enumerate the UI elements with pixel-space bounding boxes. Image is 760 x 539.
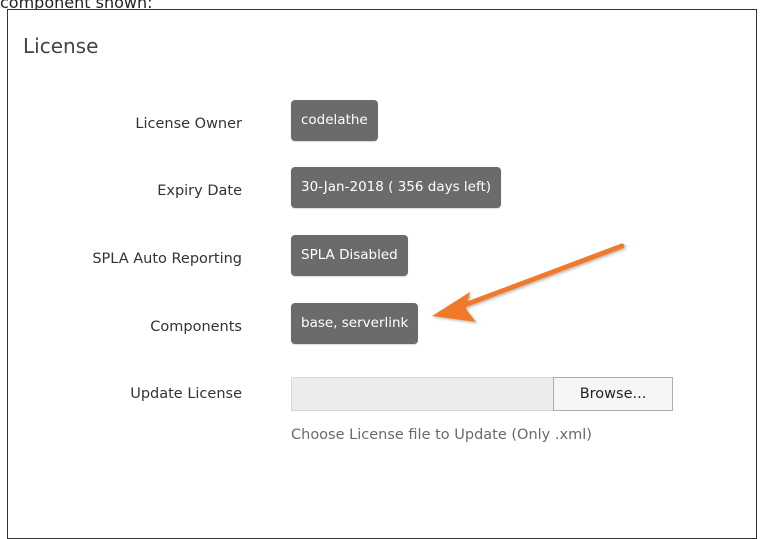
spla-auto-reporting-value: SPLA Disabled [291,235,408,276]
panel-title: License [23,34,99,58]
arrow-head [432,292,476,322]
license-owner-label: License Owner [135,116,242,132]
browse-button[interactable]: Browse... [553,377,673,411]
license-owner-value: codelathe [291,100,378,141]
spla-auto-reporting-label: SPLA Auto Reporting [92,251,242,267]
components-value: base, serverlink [291,303,419,344]
expiry-date-value: 30-Jan-2018 ( 356 days left) [291,167,502,208]
arrow-shaft [451,243,625,312]
components-label: Components [150,319,242,335]
update-license-help-text: Choose License file to Update (Only .xml… [291,427,592,443]
update-license-label: Update License [130,386,242,402]
license-file-input[interactable] [291,377,554,411]
expiry-date-label: Expiry Date [157,183,242,199]
license-panel: License License Owner codelathe Expiry D… [7,9,757,539]
